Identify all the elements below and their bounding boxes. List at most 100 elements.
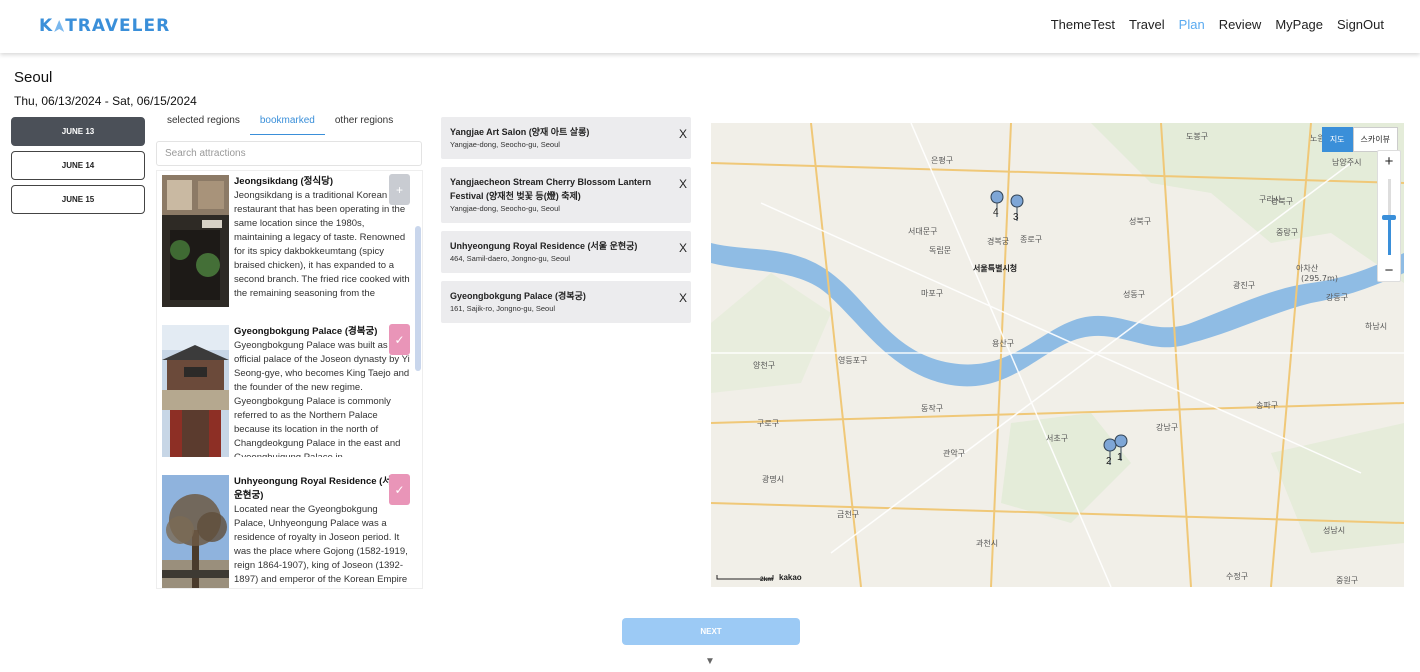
map-label: 남양주시	[1332, 158, 1361, 167]
zoom-level-fill	[1388, 217, 1391, 255]
map-label: 성북구	[1129, 217, 1151, 226]
map-type-map-button[interactable]: 지도	[1321, 127, 1353, 152]
map-label: 과천시	[976, 538, 998, 548]
add-attraction-button[interactable]: +	[389, 174, 410, 205]
remove-button[interactable]: X	[679, 177, 687, 191]
remove-button[interactable]: X	[679, 127, 687, 141]
map-type-skyview-button[interactable]: 스카이뷰	[1352, 127, 1398, 152]
map-label: 금천구	[837, 509, 859, 519]
zoom-in-button[interactable]: +	[1378, 153, 1400, 170]
zoom-control: + −	[1377, 150, 1401, 282]
selected-item-address: Yangjae-dong, Seocho-gu, Seoul	[450, 140, 560, 149]
selected-item: Yangjaecheon Stream Cherry Blossom Lante…	[441, 167, 691, 223]
zoom-slider-handle[interactable]	[1382, 215, 1396, 220]
attraction-description: Jeongsikdang is a traditional Korean res…	[234, 190, 410, 299]
map-label: 서대문구	[908, 227, 937, 236]
residence-photo	[162, 475, 229, 588]
bookmarked-check-button[interactable]: ✓	[389, 324, 410, 355]
map-label: 도봉구	[1186, 132, 1208, 141]
day-button-june-13[interactable]: JUNE 13	[11, 117, 145, 146]
map-label: 강남구	[1156, 422, 1178, 432]
map-label: 강북구	[1271, 196, 1293, 206]
palace-photo	[162, 325, 229, 457]
nav-review[interactable]: Review	[1219, 17, 1262, 32]
kakao-logo: kakao	[779, 573, 802, 582]
nav-plan[interactable]: Plan	[1179, 17, 1205, 32]
plane-icon	[54, 20, 65, 32]
map-label: 광진구	[1233, 280, 1255, 290]
map-label: 송파구	[1256, 401, 1278, 410]
svg-text:2km: 2km	[760, 576, 773, 583]
attraction-list[interactable]: Jeongsikdang (정식당) Jeongsikdang is a tra…	[156, 170, 423, 589]
map-label: 성남시	[1323, 526, 1345, 535]
search-input[interactable]: Search attractions	[156, 141, 422, 166]
map-label: 용산구	[992, 338, 1014, 348]
attraction-title: Unhyeongung Royal Residence (서울 운현궁)	[234, 476, 400, 501]
svg-text:2: 2	[1106, 456, 1112, 467]
trip-dates: Thu, 06/13/2024 - Sat, 06/15/2024	[14, 94, 197, 108]
map-view[interactable]: 남양주시 구리시 서울특별시청 아차산 (295.7m) 강동구 서대문구 광진…	[711, 123, 1404, 587]
nav-mypage[interactable]: MyPage	[1275, 17, 1323, 32]
selected-item: Gyeongbokgung Palace (경복궁) 161, Sajik-ro…	[441, 281, 691, 323]
bookmarked-check-button[interactable]: ✓	[389, 474, 410, 505]
map-label: 수정구	[1226, 571, 1248, 581]
map-label: 영등포구	[838, 355, 867, 365]
map-label: 양천구	[753, 360, 775, 370]
map-label: 은평구	[931, 155, 953, 165]
selected-item: Yangjae Art Salon (양재 아트 살롱) Yangjae-don…	[441, 117, 691, 159]
main-nav: ThemeTest Travel Plan Review MyPage Sign…	[1051, 17, 1384, 32]
zoom-out-button[interactable]: −	[1378, 262, 1400, 279]
map-label: 중원구	[1336, 576, 1358, 585]
tab-other-regions[interactable]: other regions	[325, 112, 403, 135]
map-label: 서초구	[1046, 434, 1068, 443]
map-label: 독립문	[929, 246, 951, 255]
selected-item-title: Yangjaecheon Stream Cherry Blossom Lante…	[450, 177, 652, 201]
map-label: 경복궁	[987, 236, 1009, 246]
next-button[interactable]: NEXT	[622, 618, 800, 645]
selected-item-address: 161, Sajik-ro, Jongno-gu, Seoul	[450, 304, 556, 313]
tab-selected-regions[interactable]: selected regions	[157, 112, 250, 135]
attraction-card: Unhyeongung Royal Residence (서울 운현궁) Loc…	[161, 471, 413, 588]
site-logo[interactable]: K TRAVELER	[39, 16, 170, 36]
svg-text:4: 4	[993, 207, 999, 218]
attraction-card: Jeongsikdang (정식당) Jeongsikdang is a tra…	[161, 171, 413, 307]
selected-item-address: 464, Samil-daero, Jongno-gu, Seoul	[450, 254, 571, 263]
remove-button[interactable]: X	[679, 291, 687, 305]
map-canvas[interactable]: 남양주시 구리시 서울특별시청 아차산 (295.7m) 강동구 서대문구 광진…	[711, 123, 1404, 587]
selected-item-title: Gyeongbokgung Palace (경복궁)	[450, 291, 586, 301]
attraction-card: Gyeongbokgung Palace (경복궁) Gyeongbokgung…	[161, 321, 413, 457]
map-label: 성동구	[1123, 290, 1145, 299]
attraction-description: Gyeongbokgung Palace was built as the of…	[234, 340, 410, 457]
map-label: (295.7m)	[1301, 274, 1338, 283]
map-label: 서울특별시청	[973, 263, 1017, 273]
restaurant-photo	[162, 175, 229, 307]
selected-item-title: Yangjae Art Salon (양재 아트 살롱)	[450, 127, 590, 137]
svg-text:1: 1	[1117, 452, 1123, 463]
trip-city: Seoul	[14, 69, 53, 86]
day-button-june-14[interactable]: JUNE 14	[11, 151, 145, 180]
nav-travel[interactable]: Travel	[1129, 17, 1165, 32]
map-label: 강동구	[1326, 292, 1348, 302]
top-navbar: K TRAVELER ThemeTest Travel Plan Review M…	[0, 0, 1420, 53]
scroll-down-icon[interactable]: ▼	[700, 656, 720, 672]
map-label: 관악구	[943, 448, 965, 458]
map-label: 하남시	[1365, 321, 1387, 331]
selected-item: Unhyeongung Royal Residence (서울 운현궁) 464…	[441, 231, 691, 273]
remove-button[interactable]: X	[679, 241, 687, 255]
attraction-title: Jeongsikdang (정식당)	[234, 176, 334, 187]
map-label: 종로구	[1020, 235, 1042, 244]
attraction-title: Gyeongbokgung Palace (경복궁)	[234, 326, 378, 337]
region-tabs: selected regions bookmarked other region…	[157, 112, 403, 135]
map-type-toggle: 지도 스카이뷰	[1321, 127, 1398, 152]
map-label: 광명시	[762, 474, 784, 484]
day-button-june-15[interactable]: JUNE 15	[11, 185, 145, 214]
map-label: 마포구	[921, 289, 943, 298]
nav-signout[interactable]: SignOut	[1337, 17, 1384, 32]
map-label: 구로구	[757, 419, 779, 428]
nav-themetest[interactable]: ThemeTest	[1051, 17, 1115, 32]
svg-text:3: 3	[1013, 212, 1019, 223]
tab-bookmarked[interactable]: bookmarked	[249, 112, 325, 135]
map-label: 중랑구	[1276, 227, 1298, 237]
list-scrollbar[interactable]	[415, 226, 421, 371]
selected-item-title: Unhyeongung Royal Residence (서울 운현궁)	[450, 241, 638, 251]
